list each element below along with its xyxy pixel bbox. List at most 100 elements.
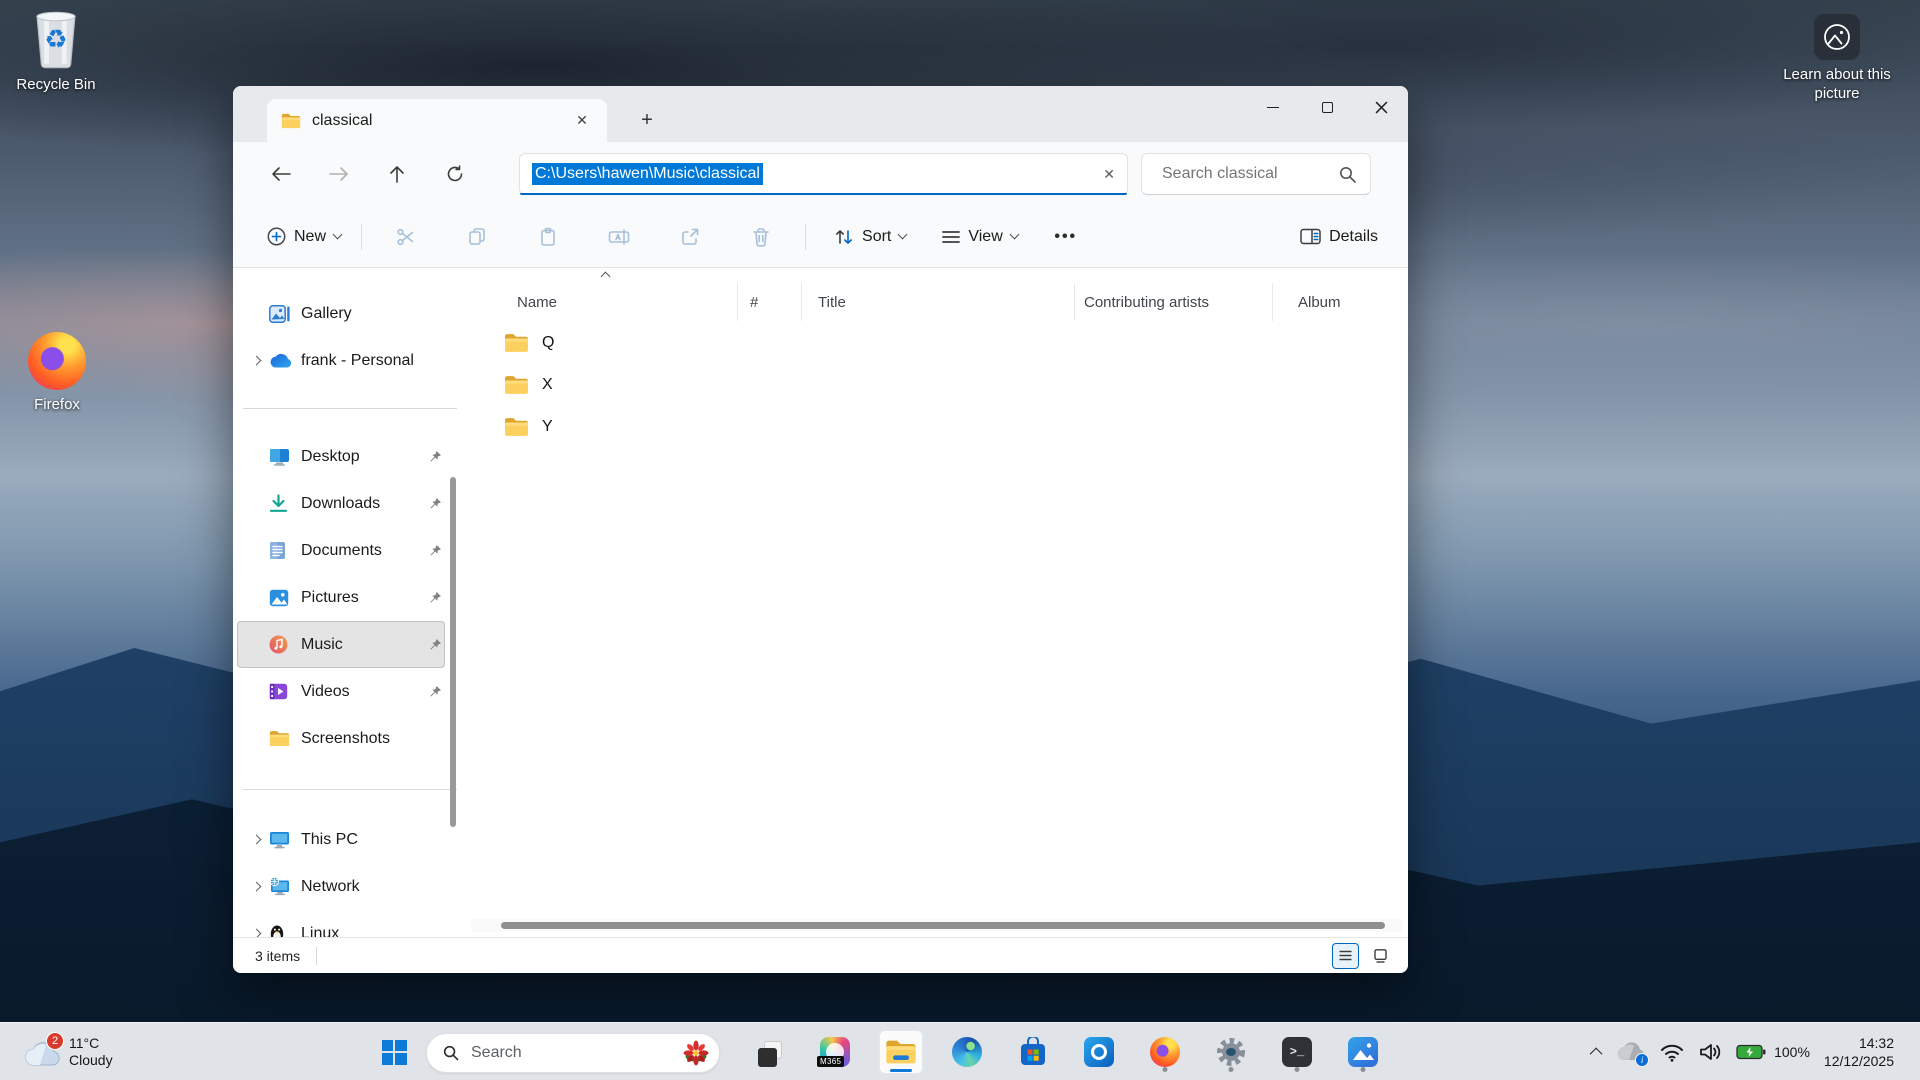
cut-button[interactable]: [386, 217, 426, 257]
details-view-icon: [1339, 950, 1352, 961]
firefox-desktop-icon[interactable]: Firefox: [12, 332, 102, 415]
videos-icon: [269, 683, 301, 700]
sidebar-item-documents[interactable]: Documents: [237, 527, 445, 574]
firefox-button[interactable]: [1143, 1030, 1187, 1074]
chevron-right-icon[interactable]: [243, 836, 269, 843]
onedrive-tray-icon[interactable]: i: [1616, 1041, 1646, 1063]
address-text-selected: C:\Users\hawen\Music\classical: [532, 163, 763, 185]
details-button[interactable]: Details: [1290, 220, 1388, 254]
details-view-toggle[interactable]: [1332, 943, 1359, 969]
status-separator: [316, 947, 317, 965]
column-header-number[interactable]: #: [738, 283, 802, 321]
file-name: Q: [542, 334, 554, 352]
new-tab-button[interactable]: +: [629, 99, 665, 142]
task-view-icon: [754, 1036, 784, 1068]
documents-icon: [269, 541, 301, 560]
column-header-contributing-artists[interactable]: Contributing artists: [1075, 283, 1273, 321]
new-button[interactable]: New: [257, 219, 351, 254]
tab-close-icon[interactable]: ✕: [569, 108, 595, 134]
file-explorer-button[interactable]: [879, 1030, 923, 1074]
sidebar-divider: [233, 384, 471, 433]
sidebar-item-this-pc[interactable]: This PC: [237, 816, 445, 863]
date-label: 12/12/2025: [1824, 1052, 1894, 1070]
sidebar-item-pictures[interactable]: Pictures: [237, 574, 445, 621]
microsoft-store-button[interactable]: [1011, 1030, 1055, 1074]
chevron-right-icon[interactable]: [243, 883, 269, 890]
tab-classical[interactable]: classical ✕: [267, 99, 607, 142]
minimize-button[interactable]: [1246, 86, 1300, 128]
outlook-button[interactable]: [1077, 1030, 1121, 1074]
share-button[interactable]: [670, 217, 710, 257]
photos-button[interactable]: [1341, 1030, 1385, 1074]
pin-icon: [425, 591, 445, 605]
sidebar-item-screenshots[interactable]: Screenshots: [237, 715, 445, 762]
sidebar-item-gallery[interactable]: Gallery: [237, 290, 445, 337]
sidebar-label: Network: [301, 878, 425, 896]
firefox-icon: [28, 332, 86, 390]
column-header-title[interactable]: Title: [802, 283, 1075, 321]
horizontal-scrollbar[interactable]: [501, 922, 1385, 929]
paste-button[interactable]: [528, 217, 568, 257]
sidebar-scrollbar[interactable]: [450, 477, 456, 827]
back-button[interactable]: [259, 154, 303, 194]
downloads-icon: [269, 494, 301, 513]
sidebar-item-music[interactable]: Music: [237, 621, 445, 668]
copy-button[interactable]: [457, 217, 497, 257]
title-bar[interactable]: classical ✕ +: [233, 86, 1408, 142]
sidebar-label: Gallery: [301, 305, 425, 323]
clear-address-icon[interactable]: ✕: [1103, 166, 1115, 183]
pin-icon: [425, 450, 445, 464]
maximize-button[interactable]: [1300, 86, 1354, 128]
sidebar-item-linux[interactable]: Linux: [237, 910, 445, 937]
taskbar-search-box[interactable]: Search: [426, 1033, 720, 1073]
sidebar-item-downloads[interactable]: Downloads: [237, 480, 445, 527]
rename-button[interactable]: [599, 217, 639, 257]
search-box[interactable]: Search classical: [1141, 153, 1371, 195]
close-button[interactable]: [1354, 86, 1408, 128]
settings-button[interactable]: [1209, 1030, 1253, 1074]
folder-icon: [504, 375, 529, 395]
file-row-folder-q[interactable]: Q: [471, 322, 1408, 364]
sidebar-item-onedrive-personal[interactable]: frank - Personal: [237, 337, 445, 384]
chevron-right-icon[interactable]: [243, 357, 269, 364]
column-header-name[interactable]: Name: [471, 283, 738, 321]
sort-button[interactable]: Sort: [824, 220, 916, 254]
column-header-album[interactable]: Album: [1273, 283, 1408, 321]
view-button[interactable]: View: [932, 220, 1027, 254]
file-row-folder-y[interactable]: Y: [471, 406, 1408, 448]
refresh-button[interactable]: [433, 154, 477, 194]
cloud-icon: 2: [22, 1037, 60, 1067]
this-pc-icon: [269, 831, 301, 849]
file-row-folder-x[interactable]: X: [471, 364, 1408, 406]
m365-copilot-button[interactable]: M365: [813, 1030, 857, 1074]
chevron-right-icon[interactable]: [243, 930, 269, 937]
sidebar-label: Linux: [301, 925, 425, 938]
sidebar-item-desktop[interactable]: Desktop: [237, 433, 445, 480]
firefox-label: Firefox: [34, 396, 80, 415]
taskbar: 2 11°C Cloudy Search: [0, 1022, 1920, 1080]
large-icons-view-toggle[interactable]: [1367, 943, 1394, 969]
task-view-button[interactable]: [747, 1030, 791, 1074]
weather-widget[interactable]: 2 11°C Cloudy: [14, 1023, 121, 1080]
more-options-button[interactable]: •••: [1046, 217, 1086, 257]
forward-button[interactable]: [317, 154, 361, 194]
tray-overflow-chevron-icon[interactable]: [1590, 1047, 1603, 1060]
start-button[interactable]: [372, 1030, 416, 1074]
sidebar-item-videos[interactable]: Videos: [237, 668, 445, 715]
clock-widget[interactable]: 14:32 12/12/2025: [1824, 1034, 1894, 1070]
learn-about-picture-icon[interactable]: Learn about this picture: [1782, 14, 1892, 104]
recycle-bin-desktop-icon[interactable]: ♻ Recycle Bin: [10, 8, 102, 95]
up-button[interactable]: [375, 154, 419, 194]
time-label: 14:32: [1824, 1034, 1894, 1052]
sidebar-item-network[interactable]: Network: [237, 863, 445, 910]
wifi-icon[interactable]: [1660, 1043, 1684, 1062]
status-bar: 3 items: [233, 937, 1408, 973]
edge-button[interactable]: [945, 1030, 989, 1074]
toolbar-separator: [805, 224, 806, 250]
battery-icon[interactable]: [1736, 1043, 1766, 1061]
terminal-button[interactable]: >_: [1275, 1030, 1319, 1074]
terminal-icon: >_: [1282, 1037, 1312, 1067]
address-bar[interactable]: C:\Users\hawen\Music\classical ✕: [519, 153, 1128, 195]
delete-button[interactable]: [741, 217, 781, 257]
volume-icon[interactable]: [1698, 1042, 1722, 1062]
